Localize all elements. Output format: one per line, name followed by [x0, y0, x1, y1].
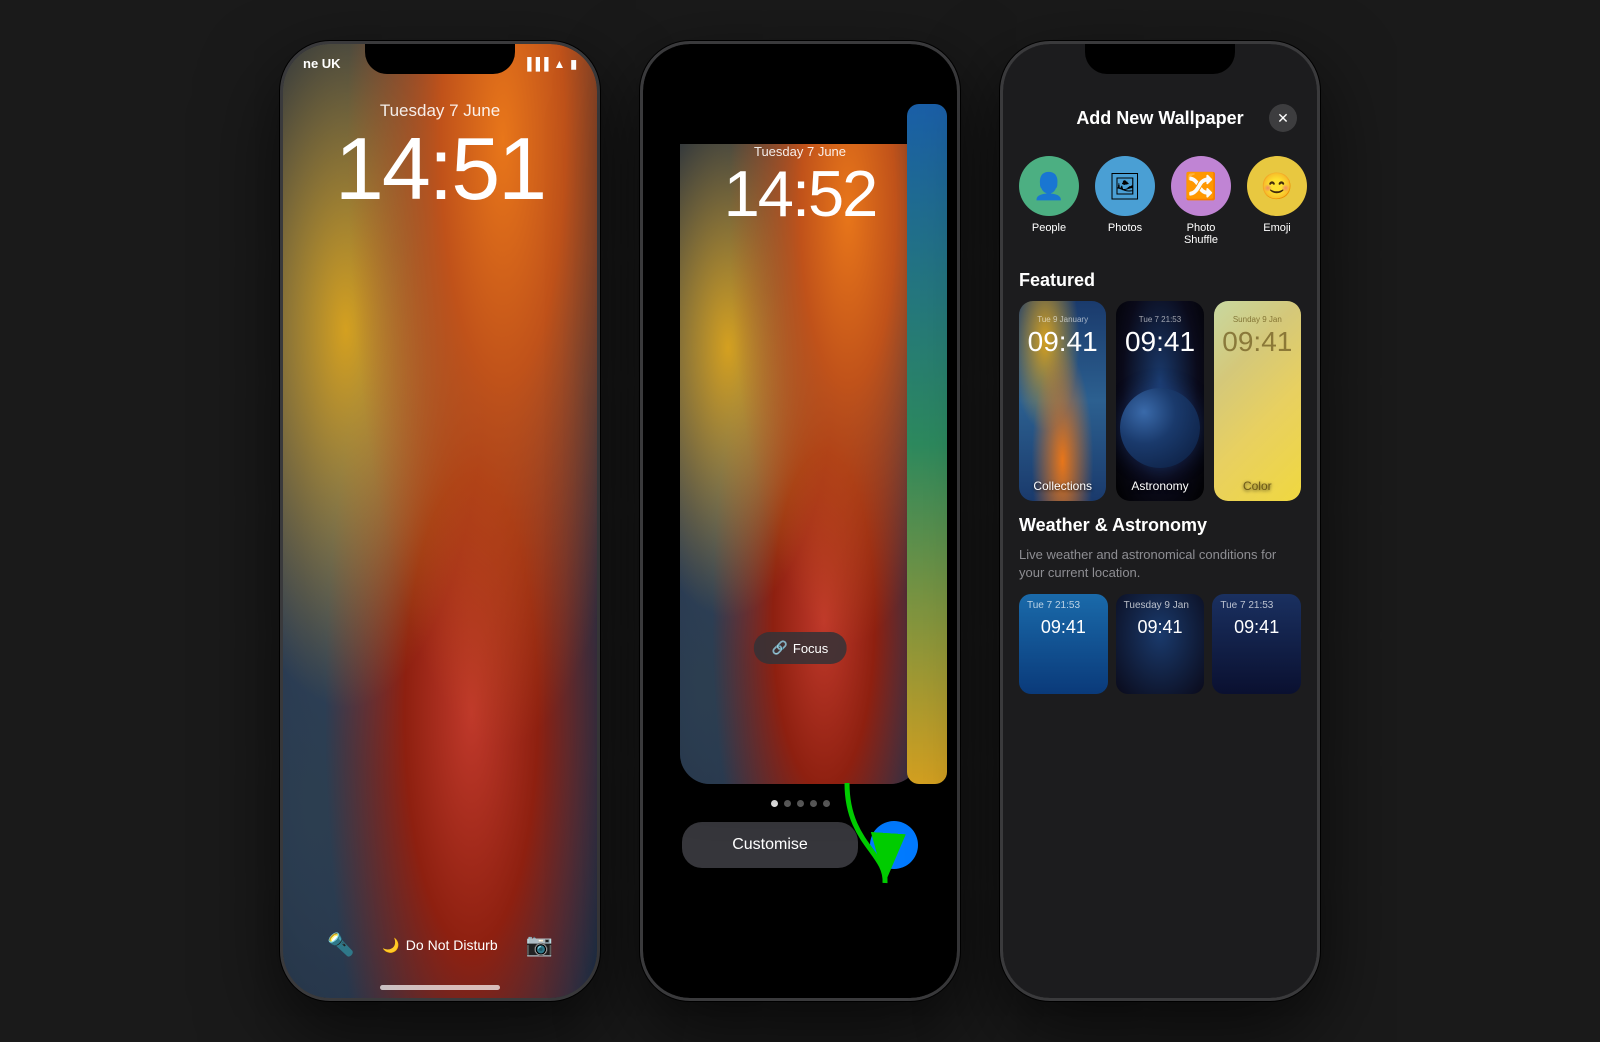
wallpaper-preview-card[interactable]: Tuesday 7 June 14:52 🔗 Focus [680, 104, 920, 784]
wc2-time: 09:41 [1116, 617, 1205, 638]
dot-4 [810, 800, 817, 807]
status-icons: ▐▐▐ ▲ ▮ [523, 57, 577, 71]
category-emoji[interactable]: 😊 Emoji [1247, 156, 1307, 246]
wc3-date: Tue 7 21:53 [1212, 594, 1301, 617]
mute-button-2 [640, 204, 642, 239]
home-indicator [380, 985, 500, 990]
featured-cards: Tue 9 January 09:41 Collections Tue 7 21… [1003, 301, 1317, 501]
dot-5 [823, 800, 830, 807]
wc3-time: 09:41 [1212, 617, 1301, 638]
phone-3: Add New Wallpaper ✕ 👤 People 🖼 Photos 🔀 … [1000, 41, 1320, 1001]
photo-shuffle-icon: 🔀 [1171, 156, 1231, 216]
camera-icon[interactable]: 📷 [526, 932, 553, 958]
focus-label: Focus [793, 641, 828, 656]
volume-down-button-2 [640, 334, 642, 399]
weather-astronomy-section: Weather & Astronomy Live weather and ast… [1003, 501, 1317, 714]
category-people[interactable]: 👤 People [1019, 156, 1079, 246]
customise-button[interactable]: Customise [682, 822, 858, 868]
color-label: Color [1214, 479, 1301, 493]
photo-shuffle-label: Photo Shuffle [1171, 222, 1231, 246]
add-wallpaper-panel: Add New Wallpaper ✕ 👤 People 🖼 Photos 🔀 … [1003, 44, 1317, 998]
weather-section-title: Weather & Astronomy [1019, 501, 1301, 546]
wifi-icon: ▲ [554, 57, 566, 71]
page-dots [771, 800, 830, 807]
focus-pill[interactable]: 🔗 Focus [754, 632, 847, 664]
link-icon: 🔗 [772, 640, 788, 656]
phone2-content: Tuesday 7 June 14:52 🔗 Focus Cust [643, 44, 957, 998]
weather-card-3[interactable]: Tue 7 21:53 09:41 [1212, 594, 1301, 694]
phone-2: Tuesday 7 June 14:52 🔗 Focus Cust [640, 41, 960, 1001]
add-wallpaper-title: Add New Wallpaper [1051, 108, 1269, 129]
lock-screen-bottom: 🔦 🌙 Do Not Disturb 📷 [283, 932, 597, 958]
lock-time: 14:51 [283, 125, 597, 213]
side-preview-card [907, 104, 947, 784]
emoji-icon: 😊 [1247, 156, 1307, 216]
dot-2 [784, 800, 791, 807]
phone3-screen: Add New Wallpaper ✕ 👤 People 🖼 Photos 🔀 … [1003, 44, 1317, 998]
close-button[interactable]: ✕ [1269, 104, 1297, 132]
weather-card-1[interactable]: Tue 7 21:53 09:41 [1019, 594, 1108, 694]
mute-button [280, 204, 282, 239]
volume-up-button [280, 254, 282, 319]
color-date: Sunday 9 Jan [1214, 315, 1301, 324]
wallpaper-date: Tuesday 7 June [680, 144, 920, 159]
bottom-actions: Customise + [682, 821, 918, 869]
people-icon: 👤 [1019, 156, 1079, 216]
wallpaper-categories: 👤 People 🖼 Photos 🔀 Photo Shuffle 😊 Emoj… [1003, 148, 1317, 254]
phone2-screen: Tuesday 7 June 14:52 🔗 Focus Cust [643, 44, 957, 998]
people-label: People [1032, 222, 1066, 234]
globe-icon [1120, 388, 1200, 468]
featured-astronomy[interactable]: Tue 7 21:53 09:41 Astronomy [1116, 301, 1203, 501]
category-photos[interactable]: 🖼 Photos [1095, 156, 1155, 246]
phone1-screen: ne UK ▐▐▐ ▲ ▮ Tuesday 7 June 14:51 🔦 🌙 D… [283, 44, 597, 998]
collections-date: Tue 9 January [1019, 315, 1106, 324]
lock-date-container: Tuesday 7 June 14:51 [283, 101, 597, 213]
wallpaper-bg: Tuesday 7 June 14:52 [680, 144, 920, 784]
dnd-label: Do Not Disturb [406, 937, 498, 953]
collections-label: Collections [1019, 479, 1106, 493]
phone1-wallpaper: ne UK ▐▐▐ ▲ ▮ Tuesday 7 June 14:51 🔦 🌙 D… [283, 44, 597, 998]
do-not-disturb: 🌙 Do Not Disturb [382, 937, 497, 954]
emoji-label: Emoji [1263, 222, 1291, 234]
photos-label: Photos [1108, 222, 1142, 234]
volume-up-button-3 [1000, 254, 1002, 319]
phone3-notch [1085, 44, 1235, 74]
signal-icon: ▐▐▐ [523, 57, 549, 71]
power-button [598, 244, 600, 314]
lock-date-text: Tuesday 7 June [283, 101, 597, 121]
astronomy-time: 09:41 [1116, 326, 1203, 358]
astronomy-label: Astronomy [1116, 479, 1203, 493]
wc2-date: Tuesday 9 Jan [1116, 594, 1205, 617]
wallpaper-time: 14:52 [680, 161, 920, 226]
phone2-notch [725, 44, 875, 74]
add-wallpaper-button[interactable]: + [870, 821, 918, 869]
volume-up-button-2 [640, 254, 642, 319]
featured-collections[interactable]: Tue 9 January 09:41 Collections [1019, 301, 1106, 501]
battery-icon: ▮ [570, 57, 577, 71]
power-button-2 [958, 244, 960, 314]
flashlight-icon[interactable]: 🔦 [327, 932, 354, 958]
weather-description: Live weather and astronomical conditions… [1019, 546, 1301, 582]
dot-1 [771, 800, 778, 807]
moon-icon: 🌙 [382, 937, 399, 954]
collections-time: 09:41 [1019, 326, 1106, 358]
dot-3 [797, 800, 804, 807]
phone1-notch [365, 44, 515, 74]
phone-1: ne UK ▐▐▐ ▲ ▮ Tuesday 7 June 14:51 🔦 🌙 D… [280, 41, 600, 1001]
wc1-time: 09:41 [1019, 617, 1108, 638]
featured-color[interactable]: Sunday 9 Jan 09:41 Color [1214, 301, 1301, 501]
volume-down-button [280, 334, 282, 399]
featured-section-title: Featured [1003, 254, 1317, 301]
mute-button-3 [1000, 204, 1002, 239]
weather-cards: Tue 7 21:53 09:41 Tuesday 9 Jan 09:41 Tu… [1019, 594, 1301, 694]
power-button-3 [1318, 244, 1320, 314]
photos-icon: 🖼 [1095, 156, 1155, 216]
wc1-date: Tue 7 21:53 [1019, 594, 1108, 617]
weather-card-2[interactable]: Tuesday 9 Jan 09:41 [1116, 594, 1205, 694]
volume-down-button-3 [1000, 334, 1002, 399]
category-photo-shuffle[interactable]: 🔀 Photo Shuffle [1171, 156, 1231, 246]
color-time: 09:41 [1214, 326, 1301, 358]
astronomy-date: Tue 7 21:53 [1116, 315, 1203, 324]
carrier-label: ne UK [303, 56, 341, 71]
